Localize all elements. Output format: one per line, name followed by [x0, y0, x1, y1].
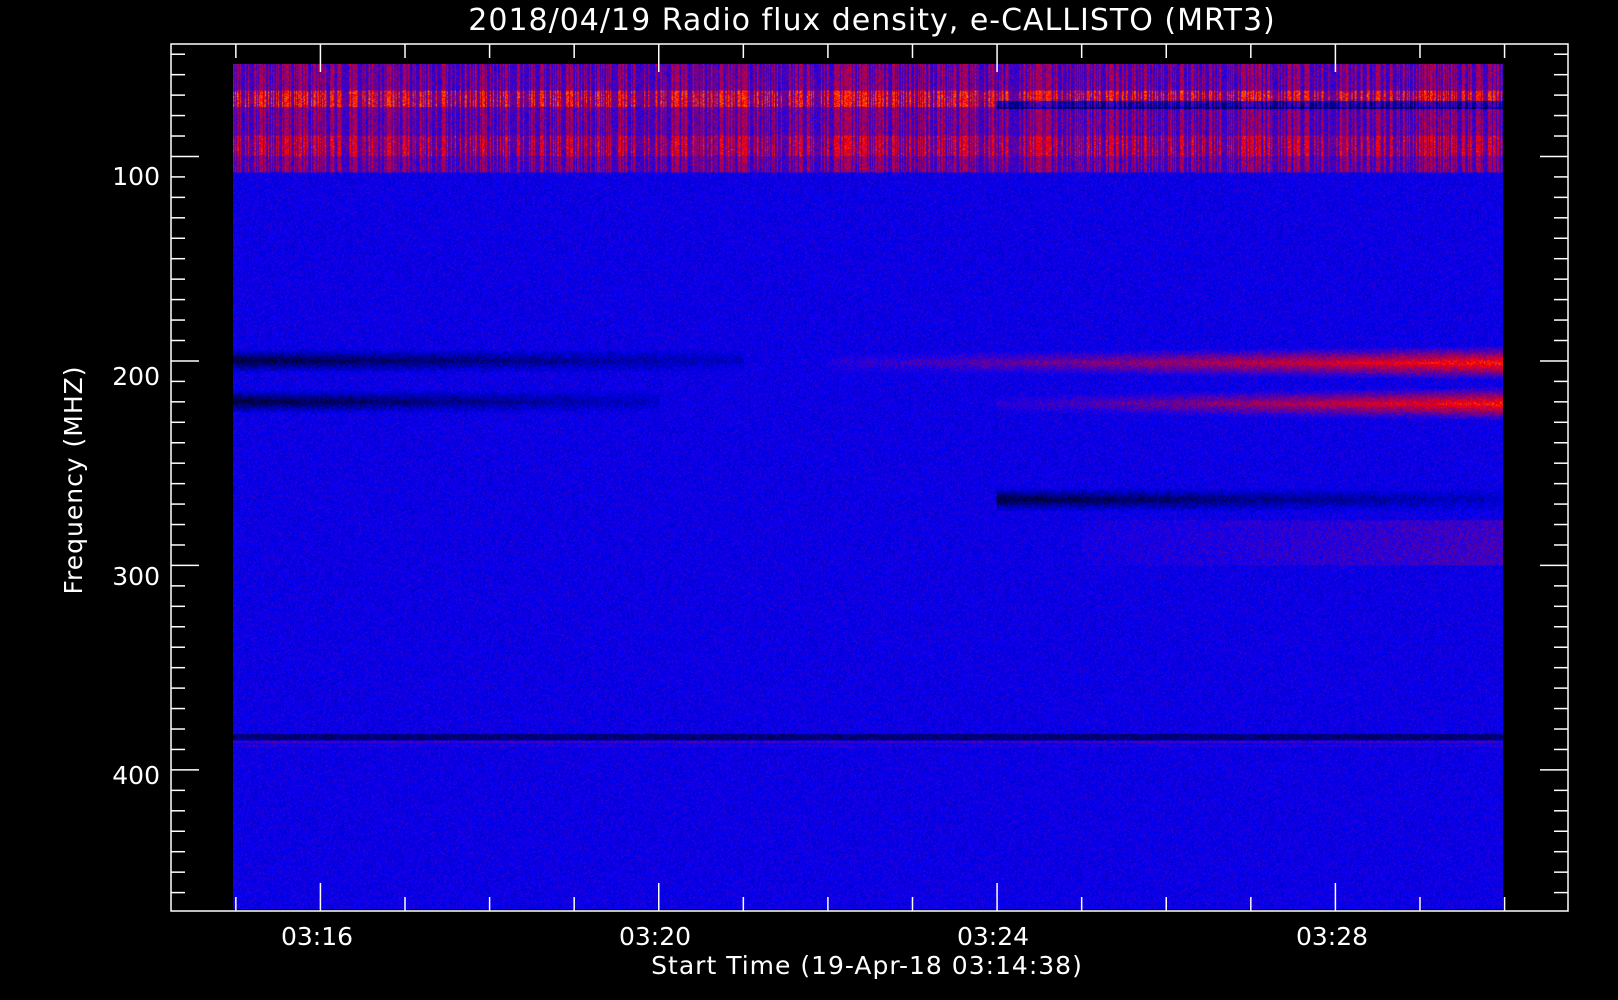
chart-title: 2018/04/19 Radio flux density, e-CALLIST… [468, 3, 1275, 38]
x-tick-label-0328: 03:28 [1296, 922, 1368, 951]
spectrogram-heatmap [233, 64, 1504, 909]
x-tick-label-0320: 03:20 [619, 922, 691, 951]
y-tick-label-100: 100 [112, 162, 160, 191]
x-tick-label-0324: 03:24 [957, 922, 1029, 951]
y-tick-label-400: 400 [112, 761, 160, 790]
spectrogram-chart: 2018/04/19 Radio flux density, e-CALLIST… [0, 0, 1618, 1000]
y-axis-label: Frequency (MHZ) [59, 365, 88, 594]
y-tick-label-200: 200 [112, 362, 160, 391]
x-axis-label: Start Time (19-Apr-18 03:14:38) [651, 951, 1083, 980]
x-tick-label-0316: 03:16 [281, 922, 353, 951]
y-tick-label-300: 300 [112, 562, 160, 591]
spectrogram-image-wrapper [233, 64, 1504, 909]
